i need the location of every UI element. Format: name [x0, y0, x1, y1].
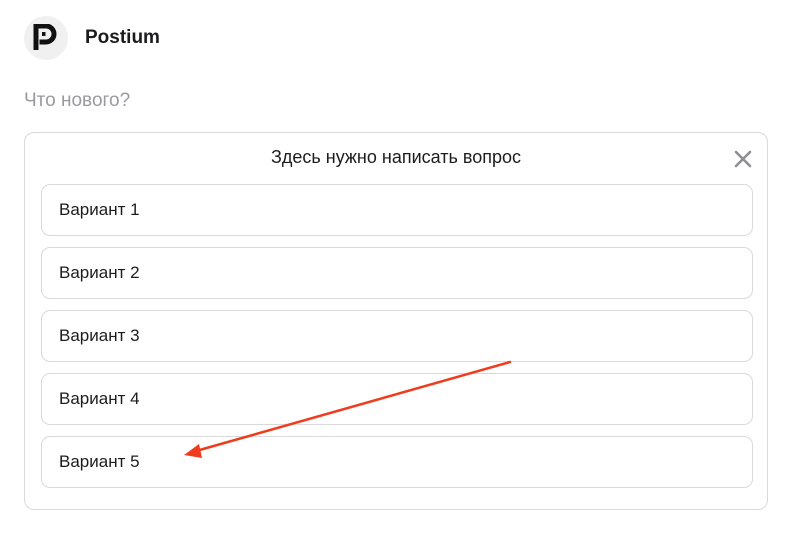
close-button[interactable]	[731, 147, 755, 171]
poll-question[interactable]: Здесь нужно написать вопрос	[25, 147, 767, 168]
poll-card: Здесь нужно написать вопрос Вариант 1 Ва…	[24, 132, 768, 510]
poll-option-3[interactable]: Вариант 3	[41, 310, 753, 362]
poll-option-4[interactable]: Вариант 4	[41, 373, 753, 425]
poll-option-1[interactable]: Вариант 1	[41, 184, 753, 236]
poll-options: Вариант 1 Вариант 2 Вариант 3 Вариант 4 …	[41, 184, 753, 499]
poll-option-label: Вариант 5	[59, 452, 140, 471]
poll-option-label: Вариант 2	[59, 263, 140, 282]
poll-option-label: Вариант 1	[59, 200, 140, 219]
close-icon	[734, 150, 752, 168]
account-header: Postium	[24, 16, 160, 60]
account-name: Postium	[85, 27, 160, 48]
avatar[interactable]	[24, 16, 68, 60]
poll-option-label: Вариант 4	[59, 389, 140, 408]
poll-option-5[interactable]: Вариант 5	[41, 436, 753, 488]
poll-option-label: Вариант 3	[59, 326, 140, 345]
compose-placeholder[interactable]: Что нового?	[24, 90, 130, 112]
postium-logo-icon	[33, 24, 57, 50]
poll-option-2[interactable]: Вариант 2	[41, 247, 753, 299]
